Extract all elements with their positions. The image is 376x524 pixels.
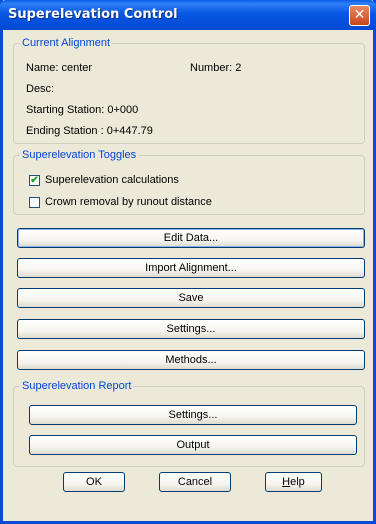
superelevation-report-label: Superelevation Report — [20, 380, 134, 392]
starting-station: Starting Station: 0+000 — [26, 104, 139, 116]
window-title: Superelevation Control — [8, 7, 178, 22]
save-button[interactable]: Save — [17, 288, 365, 308]
superelevation-calculations-checkbox[interactable]: ✔ — [29, 175, 40, 186]
import-alignment-button[interactable]: Import Alignment... — [17, 258, 365, 278]
superelevation-toggles-label: Superelevation Toggles — [20, 149, 139, 161]
help-mnemonic: H — [282, 476, 291, 488]
alignment-name: Name: center — [26, 62, 93, 74]
help-button[interactable]: Help — [265, 472, 322, 492]
close-button[interactable]: ✕ — [349, 5, 370, 26]
cancel-button[interactable]: Cancel — [159, 472, 231, 492]
settings-button[interactable]: Settings... — [17, 319, 365, 339]
methods-button[interactable]: Methods... — [17, 350, 365, 370]
crown-removal-checkbox[interactable] — [29, 197, 40, 208]
title-bar[interactable]: Superelevation Control ✕ — [0, 0, 376, 30]
crown-removal-label[interactable]: Crown removal by runout distance — [45, 196, 212, 209]
help-label-rest: elp — [290, 476, 305, 488]
report-settings-button[interactable]: Settings... — [29, 405, 357, 425]
current-alignment-label: Current Alignment — [20, 37, 113, 49]
ok-button[interactable]: OK — [63, 472, 125, 492]
report-output-button[interactable]: Output — [29, 435, 357, 455]
superelevation-calculations-label[interactable]: Superelevation calculations — [45, 174, 179, 187]
edit-data-button[interactable]: Edit Data... — [17, 228, 365, 248]
alignment-number: Number: 2 — [190, 62, 242, 74]
ending-station: Ending Station : 0+447.79 — [26, 125, 153, 137]
alignment-desc: Desc: — [26, 83, 55, 95]
